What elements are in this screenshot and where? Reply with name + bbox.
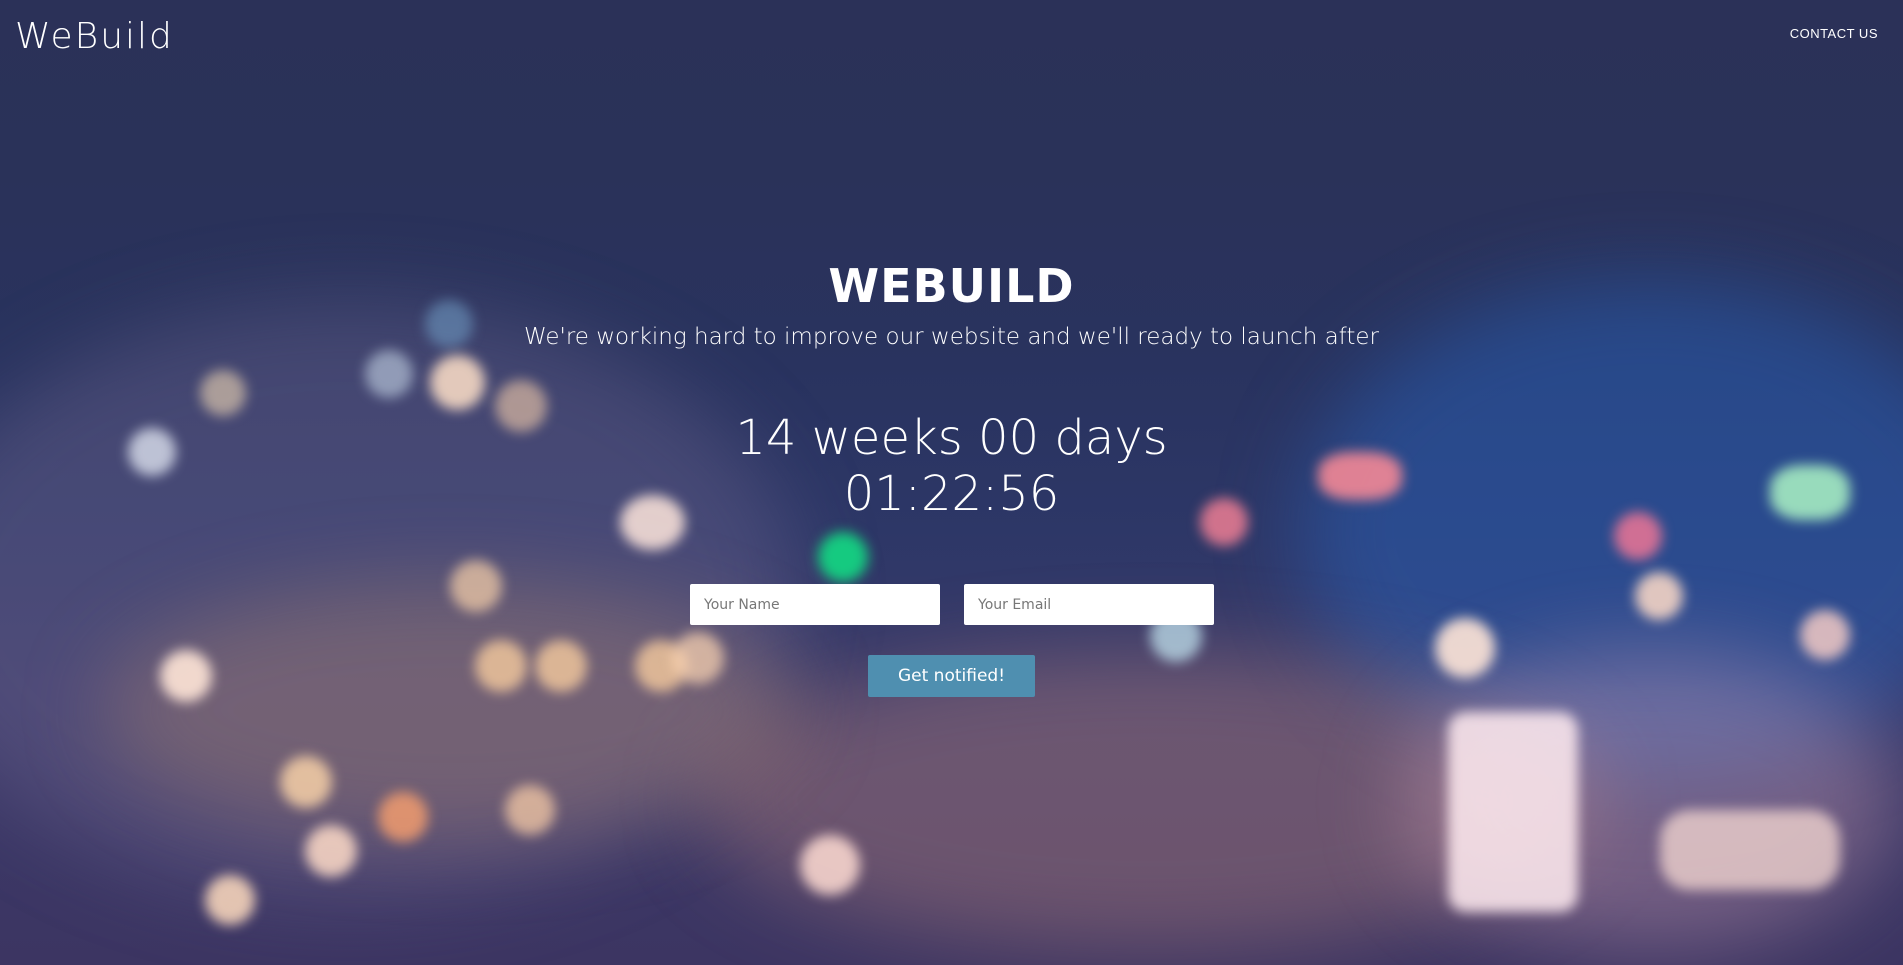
contact-us-link[interactable]: CONTACT US [1790, 26, 1878, 41]
countdown-clock: 01:22:56 [843, 466, 1060, 522]
hero-section: WEBUILD We're working hard to improve ou… [0, 256, 1903, 352]
site-logo[interactable]: WeBuild [15, 16, 174, 57]
name-input[interactable] [690, 584, 940, 625]
hero-title: WEBUILD [828, 259, 1075, 313]
notify-form [690, 584, 1214, 625]
get-notified-button[interactable]: Get notified! [868, 655, 1035, 697]
hero-subtitle: We're working hard to improve our websit… [523, 324, 1380, 350]
countdown-weeks-days: 14 weeks 00 days [735, 410, 1168, 466]
email-input[interactable] [964, 584, 1214, 625]
countdown-timer: 14 weeks 00 days 01:22:56 [0, 410, 1903, 522]
